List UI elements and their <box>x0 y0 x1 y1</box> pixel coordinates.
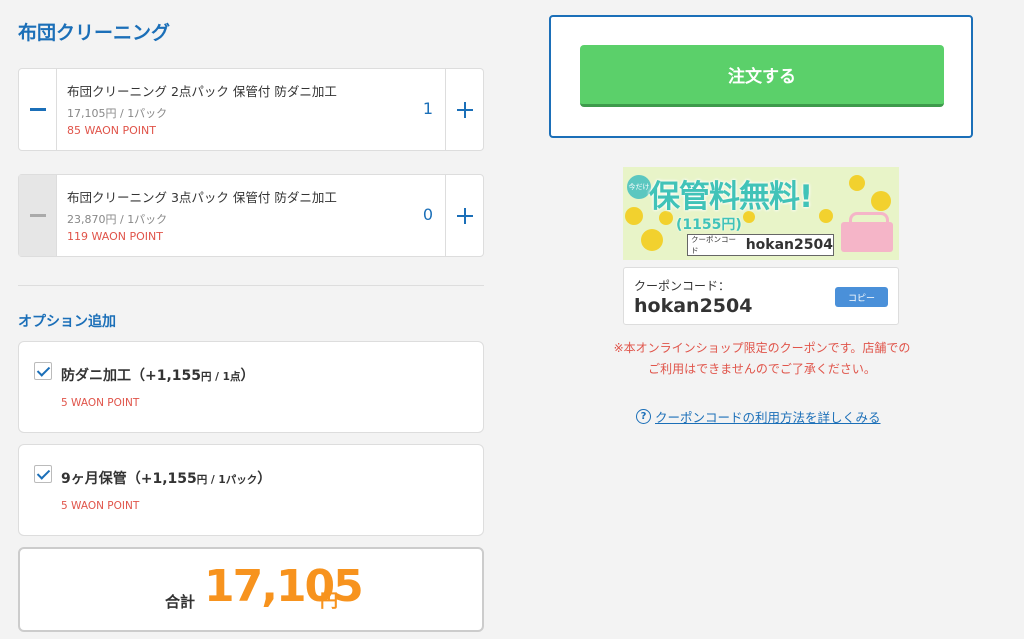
flower-decoration <box>819 209 833 223</box>
options-title: オプション追加 <box>18 314 116 330</box>
banner-headline: 保管料無料! <box>649 179 813 215</box>
minus-icon <box>29 214 46 217</box>
banner-price: (1155円) <box>676 217 742 233</box>
total-unit: 円 <box>320 591 338 612</box>
option-checkbox[interactable] <box>34 465 52 483</box>
product-price: 23,870円 / 1パック <box>67 213 168 226</box>
decrease-quantity-button[interactable] <box>19 175 57 256</box>
option-checkbox[interactable] <box>34 362 52 380</box>
increase-quantity-button[interactable] <box>445 69 483 150</box>
banner-code-box: クーポンコード hokan2504 <box>687 234 834 256</box>
banner-code-value: hokan2504 <box>745 237 833 253</box>
coupon-code: hokan2504 <box>634 295 753 317</box>
option-points: 5 WAON POINT <box>61 397 140 409</box>
product-price: 17,105円 / 1パック <box>67 107 168 120</box>
plus-icon <box>456 101 473 118</box>
product-points: 119 WAON POINT <box>67 230 163 243</box>
order-panel: 注文する <box>549 15 973 138</box>
option-anti-mite[interactable]: 防ダニ加工（+1,155円 / 1点） 5 WAON POINT <box>18 341 484 433</box>
decrease-quantity-button[interactable] <box>19 69 57 150</box>
total-value: 17,105 <box>204 561 364 612</box>
flower-decoration <box>871 191 891 211</box>
flower-decoration <box>641 229 663 251</box>
product-row: 布団クリーニング 2点パック 保管付 防ダニ加工 17,105円 / 1パック … <box>18 68 484 151</box>
order-button[interactable]: 注文する <box>580 45 944 107</box>
page-title: 布団クリーニング <box>18 22 171 44</box>
flower-decoration <box>849 175 865 191</box>
divider <box>18 285 484 286</box>
quantity-value: 0 <box>422 205 433 224</box>
product-name: 布団クリーニング 2点パック 保管付 防ダニ加工 <box>67 84 337 99</box>
option-points: 5 WAON POINT <box>61 500 140 512</box>
option-storage[interactable]: 9ヶ月保管（+1,155円 / 1パック） 5 WAON POINT <box>18 444 484 536</box>
flower-decoration <box>625 207 643 225</box>
promo-banner[interactable]: 今だけ 保管料無料! (1155円) クーポンコード hokan2504 <box>623 167 899 260</box>
plus-icon <box>456 207 473 224</box>
coupon-label: クーポンコード： <box>634 279 731 293</box>
option-label: 防ダニ加工（+1,155円 / 1点） <box>61 368 255 384</box>
banner-code-label: クーポンコード <box>691 235 736 255</box>
quantity-value: 1 <box>422 99 433 118</box>
limited-badge: 今だけ <box>627 175 651 199</box>
coupon-notice: ※本オンラインショップ限定のクーポンです。店舗でのご利用はできませんのでご了承く… <box>613 341 911 376</box>
total-label: 合計 <box>165 593 196 611</box>
copy-button[interactable]: コピー <box>835 287 888 307</box>
product-name: 布団クリーニング 3点パック 保管付 防ダニ加工 <box>67 190 337 205</box>
product-points: 85 WAON POINT <box>67 124 156 137</box>
question-icon: ? <box>636 409 651 424</box>
total-box: 合計 17,105 円 <box>18 547 484 632</box>
help-link-text[interactable]: クーポンコードの利用方法を詳しくみる <box>655 407 881 426</box>
coupon-help-link[interactable]: ? クーポンコードの利用方法を詳しくみる <box>636 407 881 426</box>
coupon-box: クーポンコード： hokan2504 コピー <box>623 267 899 325</box>
increase-quantity-button[interactable] <box>445 175 483 256</box>
product-row: 布団クリーニング 3点パック 保管付 防ダニ加工 23,870円 / 1パック … <box>18 174 484 257</box>
storage-bag-image <box>841 212 893 252</box>
minus-icon <box>29 108 46 111</box>
option-label: 9ヶ月保管（+1,155円 / 1パック） <box>61 471 272 487</box>
